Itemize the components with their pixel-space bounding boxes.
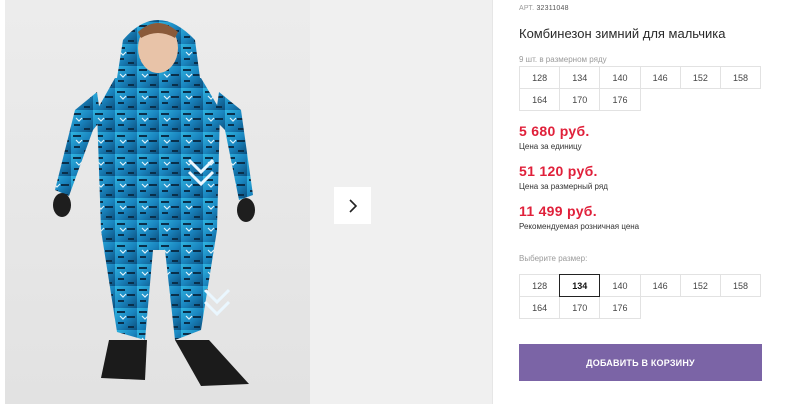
unit-price: 5 680 руб. <box>519 123 590 139</box>
size-option-134-selected[interactable]: 134 <box>559 274 601 297</box>
sizes-in-row-label: 9 шт. в размерном ряду <box>519 55 607 64</box>
row-size-cell: 134 <box>559 66 601 89</box>
row-size-cell: 140 <box>599 66 641 89</box>
product-title: Комбинезон зимний для мальчика <box>519 26 726 41</box>
size-option-164[interactable]: 164 <box>519 296 561 319</box>
size-option-158[interactable]: 158 <box>719 274 762 297</box>
article-value: 32311048 <box>536 5 569 12</box>
size-option-170[interactable]: 170 <box>559 296 601 319</box>
row-size-cell: 176 <box>599 88 641 111</box>
article-label: АРТ. <box>519 5 535 12</box>
row-price-caption: Цена за размерный ряд <box>519 182 608 191</box>
product-page: АРТ. 32311048 Комбинезон зимний для маль… <box>0 0 800 404</box>
article-number: АРТ. 32311048 <box>519 5 569 12</box>
size-option-176[interactable]: 176 <box>599 296 641 319</box>
unit-price-caption: Цена за единицу <box>519 142 582 151</box>
row-price: 51 120 руб. <box>519 163 598 179</box>
retail-price: 11 499 руб. <box>519 203 597 219</box>
retail-price-caption: Рекомендуемая розничная цена <box>519 222 640 231</box>
panel-divider <box>492 0 493 404</box>
size-row-grid: 128 134 140 146 152 158 164 170 176 <box>519 66 766 111</box>
row-size-cell: 170 <box>559 88 601 111</box>
chevron-right-icon <box>348 198 357 213</box>
size-picker: 128 134 140 146 152 158 164 170 176 <box>519 274 766 319</box>
row-size-cell: 152 <box>679 66 721 89</box>
size-option-152[interactable]: 152 <box>679 274 721 297</box>
product-photo-illustration <box>53 20 255 386</box>
row-size-cell: 146 <box>639 66 681 89</box>
choose-size-label: Выберите размер: <box>519 254 588 263</box>
product-gallery <box>0 0 492 404</box>
product-photo[interactable] <box>5 0 310 404</box>
size-option-146[interactable]: 146 <box>639 274 681 297</box>
add-to-cart-button[interactable]: ДОБАВИТЬ В КОРЗИНУ <box>519 344 762 381</box>
size-option-140[interactable]: 140 <box>599 274 641 297</box>
size-option-128[interactable]: 128 <box>519 274 561 297</box>
row-size-cell: 158 <box>719 66 762 89</box>
row-size-cell: 128 <box>519 66 561 89</box>
next-photo-button[interactable] <box>334 187 371 224</box>
row-size-cell: 164 <box>519 88 561 111</box>
